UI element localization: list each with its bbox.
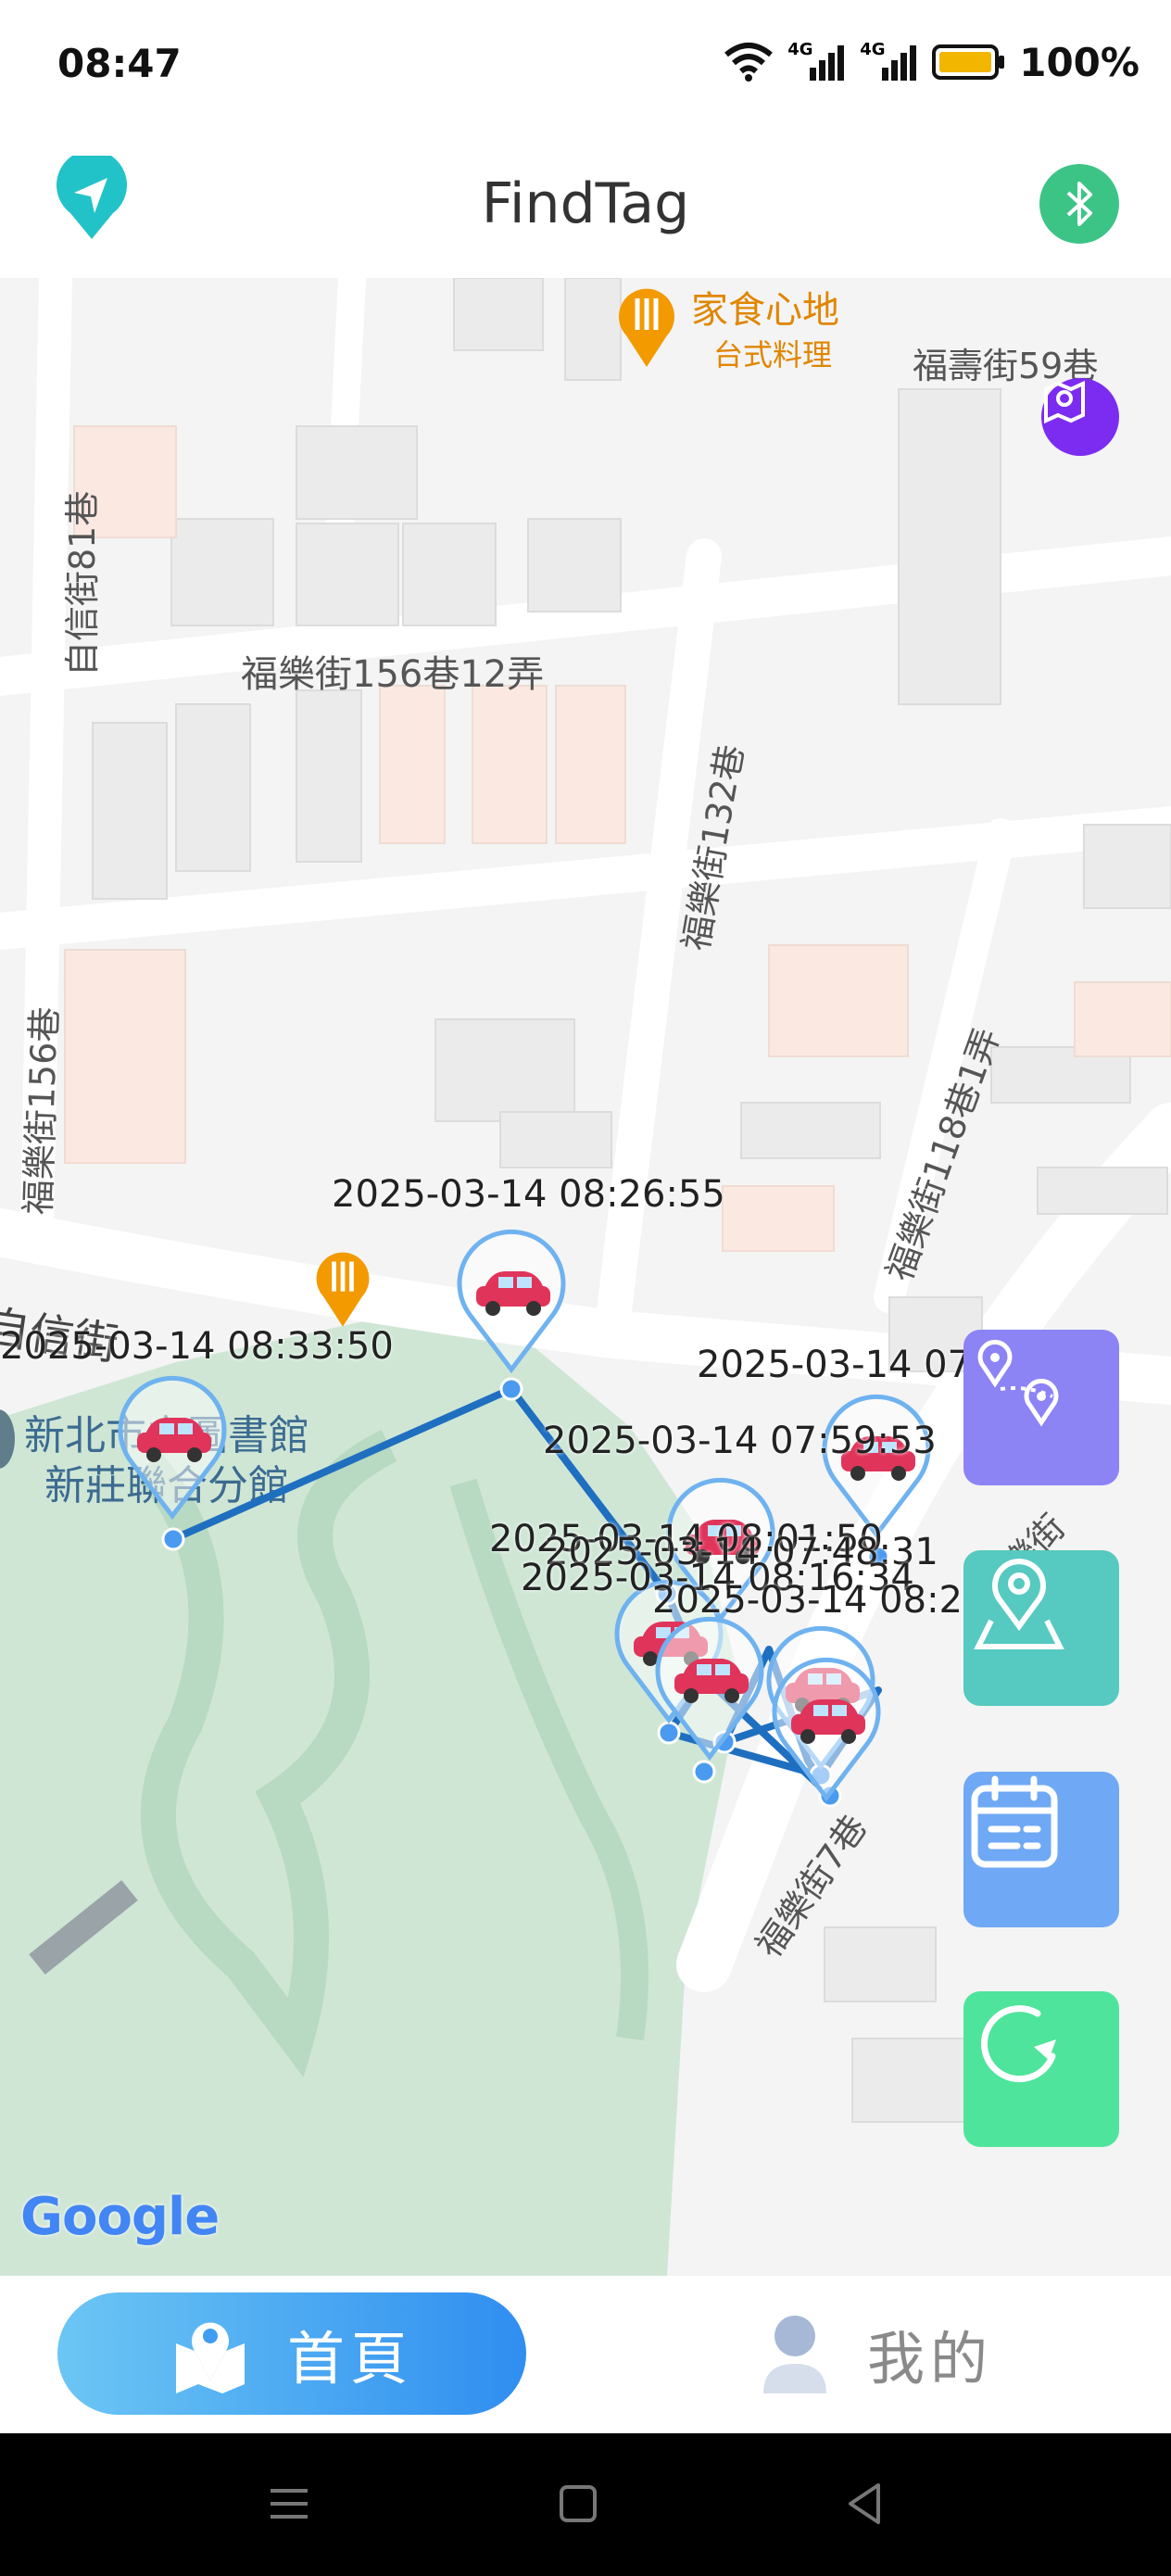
track-marker[interactable] [765,1653,888,1801]
nav-home-tab[interactable]: 首頁 [57,2292,526,2415]
track-time-label: 2025-03-14 07:59:53 [543,1420,937,1462]
page-title: FindTag [481,171,690,236]
google-logo: Google [20,2187,220,2247]
status-icons: 4G 4G 100% [723,39,1140,85]
map-pin-icon [974,1559,1064,1649]
app-header: FindTag [0,134,1171,278]
user-icon [763,2316,826,2393]
battery-icon [932,44,1005,80]
refresh-button[interactable] [963,1991,1119,2147]
track-marker[interactable] [815,1390,938,1538]
track-time-label: 2025-03-14 08:26:55 [332,1173,725,1216]
bluetooth-icon [1066,182,1092,226]
car-marker-icon [457,1229,566,1373]
route-icon [977,1339,1059,1427]
status-bar: 08:47 4G 4G 100% [0,0,1171,134]
wifi-icon [724,43,774,82]
history-date-button[interactable] [963,1772,1119,1927]
car-marker-icon [772,1657,881,1801]
route-button[interactable] [963,1330,1119,1485]
nav-mine-label: 我的 [867,2325,994,2393]
track-node [499,1377,523,1401]
nav-home-label: 首頁 [286,2325,413,2393]
track-time-label: 2025-03-14 08:33:50 [0,1325,394,1368]
locate-tag-button[interactable] [963,1550,1119,1706]
map-view[interactable]: 家食心地 台式料理 福壽街59巷 自信街81巷 福樂街156巷12弄 福樂街13… [0,278,1171,2276]
menu-icon[interactable] [261,2476,317,2532]
bottom-nav: 首頁 我的 [0,2276,1171,2433]
calendar-icon [971,1775,1058,1868]
home-map-icon [175,2322,245,2393]
home-square-icon[interactable] [550,2476,606,2532]
car-marker-icon [118,1375,227,1520]
track-marker[interactable] [450,1225,573,1373]
car-marker-icon [655,1616,764,1761]
refresh-icon [980,2005,1056,2083]
track-overlay [161,1377,890,1808]
nav-mine-tab[interactable]: 我的 [760,2292,1093,2415]
system-nav-bar [0,2433,1171,2576]
status-time: 08:47 [57,41,182,86]
track-node [692,1760,716,1784]
car-marker-icon [822,1394,931,1538]
back-icon[interactable] [837,2476,893,2532]
signal-2-icon: 4G [860,40,919,84]
track-node [161,1527,185,1551]
signal-1-icon: 4G [787,40,847,84]
bluetooth-button[interactable] [1039,164,1119,244]
track-marker[interactable] [111,1371,233,1520]
battery-percent: 100% [1019,39,1140,85]
track-marker[interactable] [648,1612,771,1761]
